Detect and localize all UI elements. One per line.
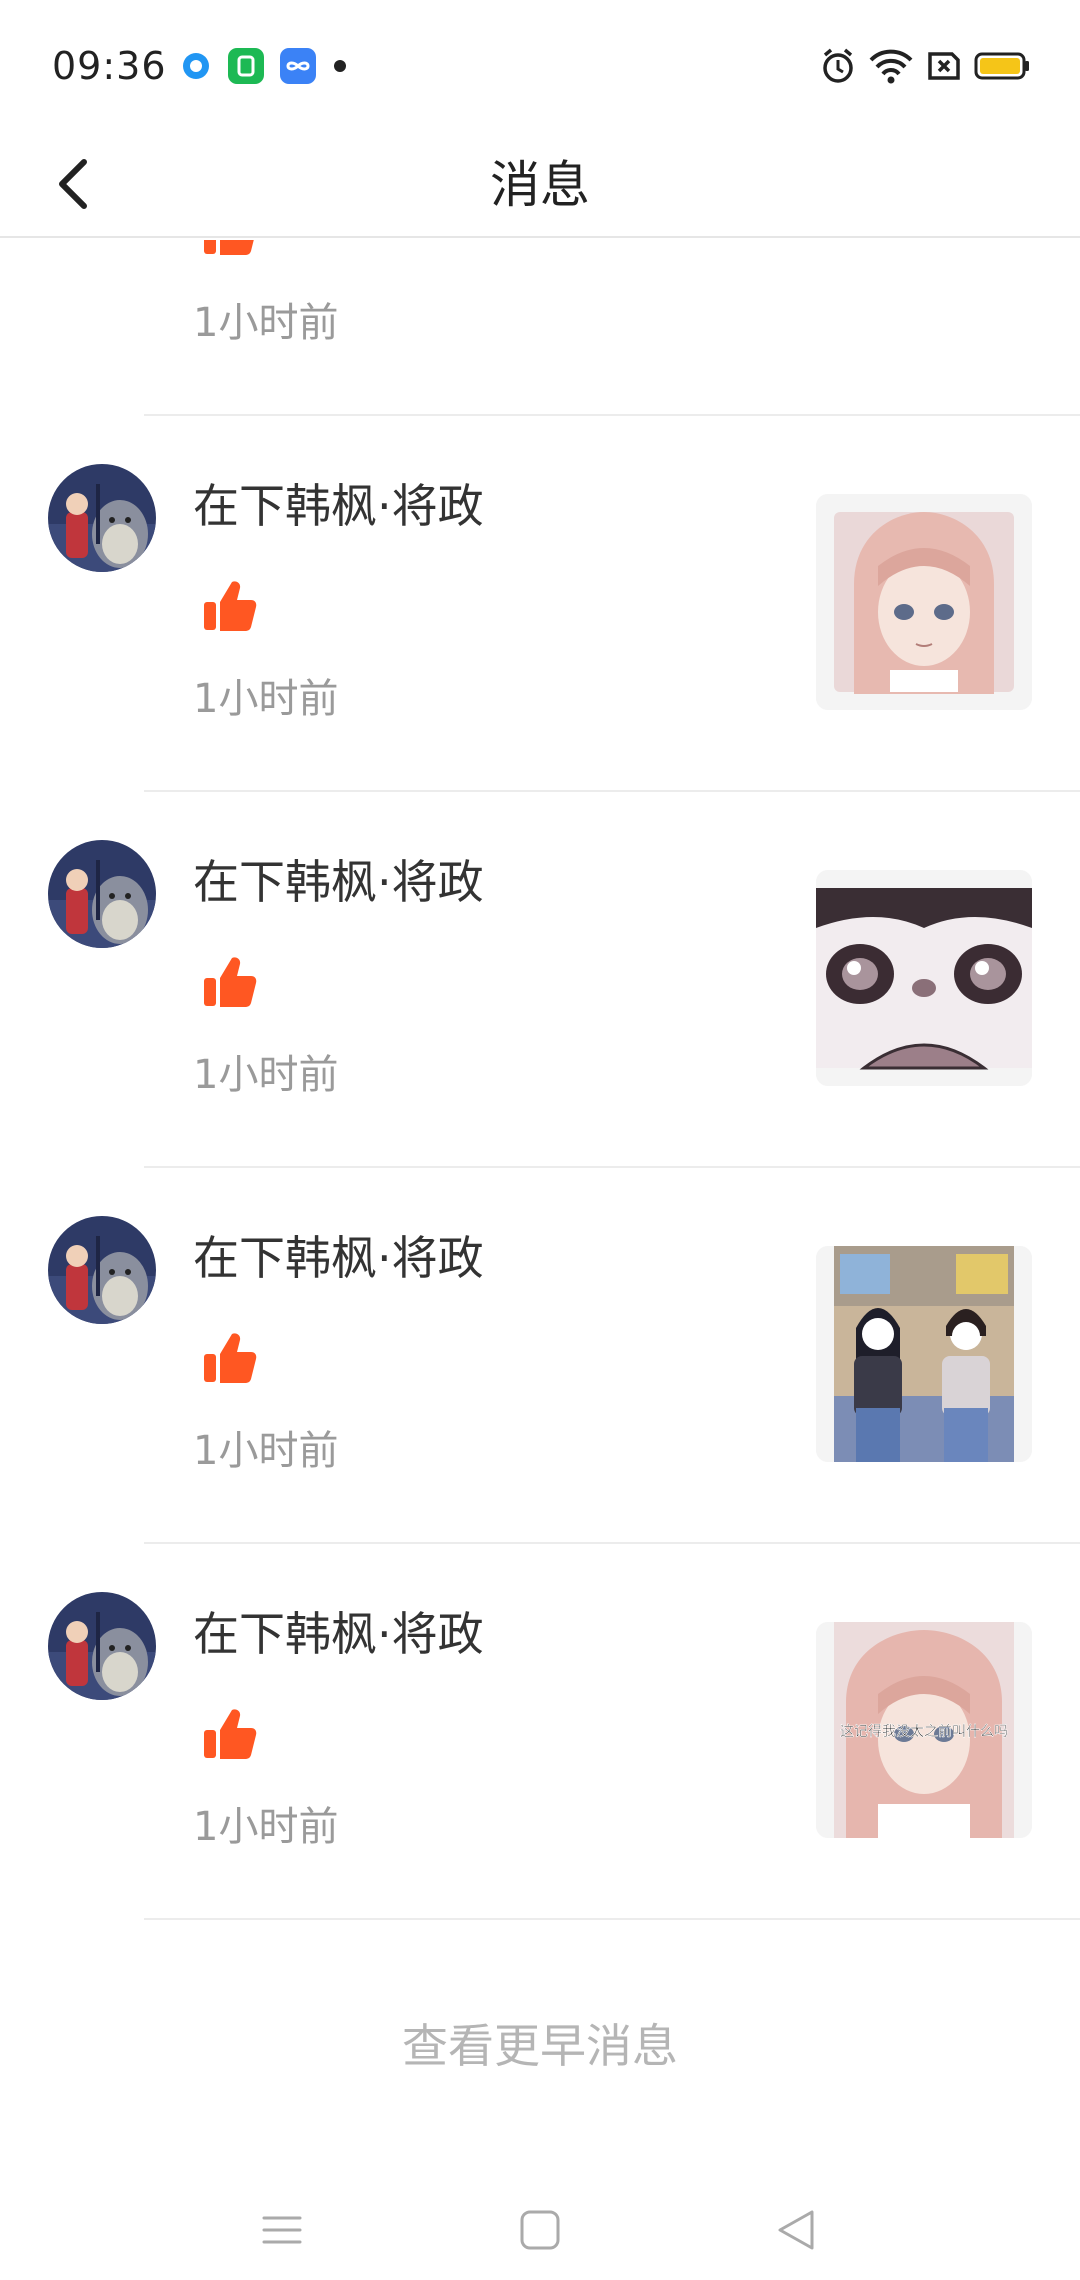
menu-icon bbox=[262, 2216, 302, 2244]
system-nav-bar bbox=[0, 2180, 1080, 2280]
status-bar: 09:36 bbox=[0, 0, 1080, 130]
post-thumbnail[interactable] bbox=[816, 494, 1032, 710]
message-time: 1小时前 bbox=[193, 300, 339, 346]
anime-girl-caption-image: 这记得我没太之前叫什么吗 bbox=[816, 1622, 1032, 1838]
back-triangle-icon bbox=[778, 2210, 814, 2250]
post-thumbnail[interactable] bbox=[816, 1246, 1032, 1462]
blue-infinity-app-icon bbox=[280, 48, 316, 84]
anime-face-shocked-image bbox=[816, 870, 1032, 1086]
list-item[interactable]: 在下韩枫·将政 1小时前 bbox=[0, 1168, 1080, 1544]
totoro-avatar-image bbox=[48, 1216, 156, 1324]
row-divider bbox=[144, 1918, 1080, 1920]
post-thumbnail[interactable] bbox=[816, 870, 1032, 1086]
list-item[interactable]: 1小时前 bbox=[0, 240, 1080, 416]
message-time: 1小时前 bbox=[193, 1428, 339, 1474]
thumbs-up-icon bbox=[200, 1704, 260, 1764]
notification-dot-icon bbox=[334, 60, 346, 72]
blue-circle-app-icon bbox=[178, 48, 214, 84]
thumbs-up-icon bbox=[200, 952, 260, 1012]
thumbs-up-icon bbox=[200, 240, 260, 260]
alarm-icon bbox=[818, 46, 858, 90]
green-app-icon bbox=[228, 48, 264, 84]
page-title: 消息 bbox=[490, 156, 590, 214]
username[interactable]: 在下韩枫·将政 bbox=[193, 1598, 484, 1664]
message-time: 1小时前 bbox=[193, 1052, 339, 1098]
totoro-avatar-image bbox=[48, 1592, 156, 1700]
username[interactable]: 在下韩枫·将政 bbox=[193, 1222, 484, 1288]
home-square-icon bbox=[520, 2210, 560, 2250]
username[interactable]: 在下韩枫·将政 bbox=[193, 470, 484, 536]
status-time: 09:36 bbox=[52, 44, 167, 88]
wifi-icon bbox=[868, 46, 914, 90]
message-time: 1小时前 bbox=[193, 1804, 339, 1850]
message-list[interactable]: 1小时前 在下韩枫·将政 1小时前 在下韩枫·将政 1小时前 在下韩枫·将政 1… bbox=[0, 240, 1080, 1940]
username[interactable]: 在下韩枫·将政 bbox=[193, 846, 484, 912]
sim-icon bbox=[926, 46, 962, 90]
message-time: 1小时前 bbox=[193, 676, 339, 722]
thumbnail-caption: 这记得我没太之前叫什么吗 bbox=[840, 1723, 1008, 1740]
avatar[interactable] bbox=[48, 840, 156, 948]
header: 消息 bbox=[0, 130, 1080, 238]
thumbs-up-icon bbox=[200, 576, 260, 636]
avatar[interactable] bbox=[48, 1216, 156, 1324]
two-people-photo-image bbox=[816, 1246, 1032, 1462]
list-item[interactable]: 在下韩枫·将政 1小时前 bbox=[0, 792, 1080, 1168]
battery-icon bbox=[974, 46, 1032, 90]
home-button[interactable] bbox=[500, 2190, 580, 2270]
view-earlier-messages-link[interactable]: 查看更早消息 bbox=[0, 2010, 1080, 2076]
avatar[interactable] bbox=[48, 1592, 156, 1700]
totoro-avatar-image bbox=[48, 840, 156, 948]
list-item[interactable]: 在下韩枫·将政 1小时前 这记得我没太之前叫什么吗 bbox=[0, 1544, 1080, 1920]
thumbs-up-icon bbox=[200, 1328, 260, 1388]
post-thumbnail[interactable]: 这记得我没太之前叫什么吗 bbox=[816, 1622, 1032, 1838]
avatar[interactable] bbox=[48, 464, 156, 572]
menu-button[interactable] bbox=[242, 2190, 322, 2270]
list-item[interactable]: 在下韩枫·将政 1小时前 bbox=[0, 416, 1080, 792]
anime-girl-pink-hair-image bbox=[816, 494, 1032, 710]
totoro-avatar-image bbox=[48, 464, 156, 572]
back-nav-button[interactable] bbox=[756, 2190, 836, 2270]
